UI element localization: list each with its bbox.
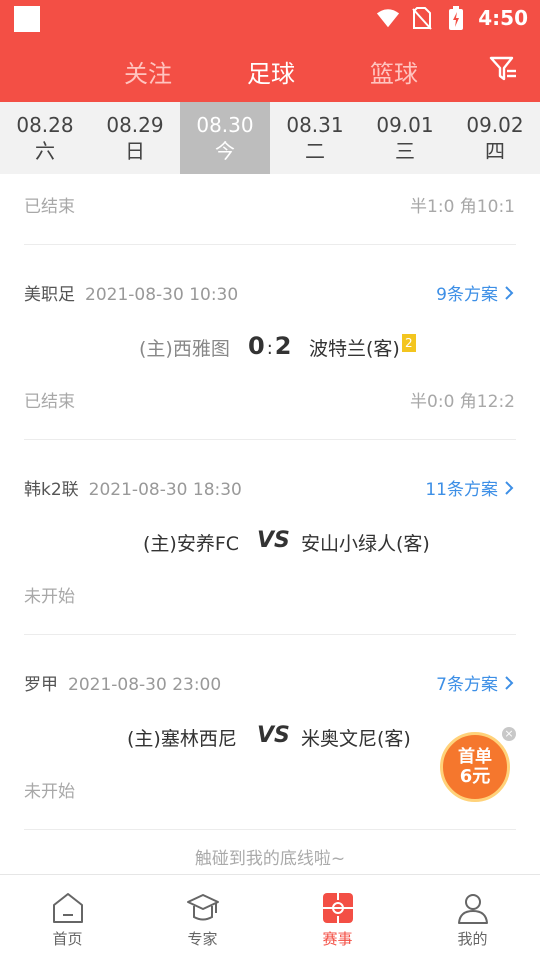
date-weekday: 日 — [125, 139, 145, 163]
nav-label: 我的 — [457, 930, 488, 948]
vs-label: VS — [257, 528, 290, 553]
plans-label: 11条方案 — [425, 480, 498, 500]
tab-basketball[interactable]: 篮球 — [370, 54, 418, 89]
status-icons: 4:50 — [376, 4, 528, 32]
match-status: 未开始 — [24, 782, 75, 802]
home-team: (主)安养FC — [143, 533, 240, 555]
match-league-row: 美职足 2021-08-30 10:30 — [24, 280, 238, 305]
match-status: 未开始 — [24, 587, 75, 607]
match-status: 已结束 — [24, 197, 75, 217]
nav-label: 专家 — [187, 930, 218, 948]
home-team: (主)西雅图 — [139, 338, 230, 360]
divider — [24, 439, 516, 440]
end-of-list-note: 触碰到我的底线啦~ — [194, 849, 346, 869]
user-icon — [457, 894, 488, 924]
match-score: 0:2 — [248, 332, 293, 360]
match-time: 2021-08-30 18:30 — [88, 480, 242, 500]
match-stats: 半1:0 角10:1 — [410, 197, 515, 217]
date-item[interactable]: 09.02 四 — [450, 102, 540, 174]
date-item-selected[interactable]: 08.30 今 — [180, 102, 270, 174]
divider — [24, 829, 516, 830]
date-number: 09.02 — [466, 113, 524, 137]
date-weekday: 二 — [305, 139, 325, 163]
away-team: 米奥文尼(客) — [301, 728, 411, 750]
plans-link[interactable]: 7条方案 — [436, 670, 514, 695]
score-separator: : — [266, 338, 275, 359]
plans-link[interactable]: 9条方案 — [436, 280, 514, 305]
plans-link[interactable]: 11条方案 — [425, 475, 514, 500]
league-name: 韩k2联 — [24, 480, 79, 500]
divider — [24, 634, 516, 635]
date-number: 09.01 — [376, 113, 434, 137]
nav-matches[interactable]: 赛事 — [270, 875, 405, 960]
filter-icon[interactable] — [488, 54, 518, 84]
date-item[interactable]: 08.28 六 — [0, 102, 90, 174]
promo-line1: 首单 — [458, 747, 492, 767]
home-icon — [52, 893, 83, 923]
notification-icon — [14, 6, 40, 32]
status-bar: 4:50 — [0, 0, 540, 36]
nav-home[interactable]: 首页 — [0, 875, 135, 960]
date-number: 08.28 — [16, 113, 74, 137]
match-time: 2021-08-30 23:00 — [68, 675, 222, 695]
no-sim-icon — [410, 6, 434, 30]
chevron-right-icon — [505, 675, 514, 690]
tab-football[interactable]: 足球 — [247, 54, 295, 89]
match-league-row: 韩k2联 2021-08-30 18:30 — [24, 475, 242, 500]
date-number: 08.30 — [196, 113, 254, 137]
away-team: 安山小绿人(客) — [301, 533, 430, 555]
date-item[interactable]: 08.29 日 — [90, 102, 180, 174]
status-time: 4:50 — [478, 6, 528, 30]
chevron-right-icon — [505, 480, 514, 495]
date-strip: 08.28 六 08.29 日 08.30 今 08.31 二 09.01 三 … — [0, 102, 540, 174]
match-league-row: 罗甲 2021-08-30 23:00 — [24, 670, 221, 695]
date-number: 08.31 — [286, 113, 344, 137]
plans-label: 9条方案 — [436, 285, 498, 305]
league-name: 美职足 — [24, 285, 75, 305]
match-stats: 半0:0 角12:2 — [410, 392, 515, 412]
date-number: 08.29 — [106, 113, 164, 137]
nav-expert[interactable]: 专家 — [135, 875, 270, 960]
match-status: 已结束 — [24, 392, 75, 412]
vs-label: VS — [257, 723, 290, 748]
wifi-icon — [376, 6, 400, 30]
close-icon[interactable]: × — [502, 727, 516, 741]
pitch-icon — [322, 893, 353, 923]
promo-line2: 6元 — [459, 766, 491, 787]
yellow-card-badge: 2 — [401, 334, 416, 352]
date-weekday: 四 — [485, 139, 505, 163]
home-score: 0 — [248, 332, 267, 360]
away-team-wrap: 波特兰(客) 2 — [309, 334, 416, 361]
date-weekday: 六 — [35, 139, 55, 163]
chevron-right-icon — [505, 285, 514, 300]
nav-profile[interactable]: 我的 — [405, 875, 540, 960]
graduation-cap-icon — [186, 894, 219, 921]
date-item[interactable]: 08.31 二 — [270, 102, 360, 174]
tab-follow[interactable]: 关注 — [124, 54, 172, 89]
promo-badge[interactable]: 首单 6元 — [440, 732, 510, 802]
plans-label: 7条方案 — [436, 675, 498, 695]
header: 关注 足球 篮球 — [0, 36, 540, 102]
nav-label: 首页 — [52, 930, 83, 948]
divider — [24, 244, 516, 245]
date-weekday: 今 — [215, 139, 235, 163]
away-team: 波特兰(客) — [309, 338, 400, 360]
date-item[interactable]: 09.01 三 — [360, 102, 450, 174]
away-score: 2 — [274, 332, 294, 360]
battery-icon — [444, 6, 468, 30]
league-name: 罗甲 — [24, 675, 58, 695]
home-team: (主)塞林西尼 — [127, 728, 237, 750]
nav-label: 赛事 — [322, 930, 353, 948]
match-time: 2021-08-30 10:30 — [85, 285, 239, 305]
bottom-nav: 首页 专家 赛事 我的 — [0, 874, 540, 960]
date-weekday: 三 — [395, 139, 415, 163]
